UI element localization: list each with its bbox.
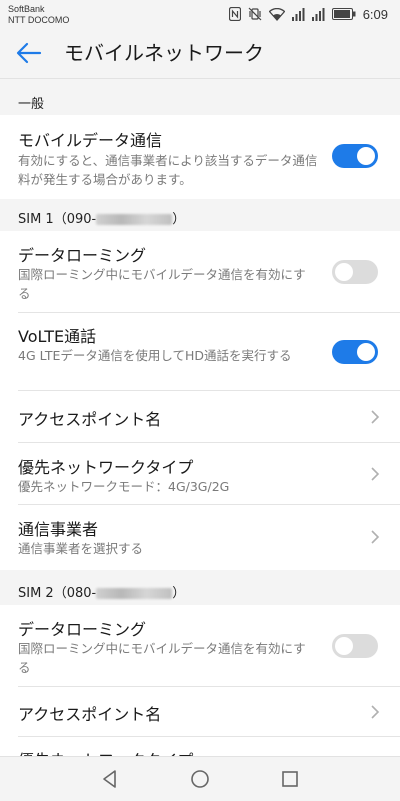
nfc-icon — [228, 7, 241, 21]
sim1-data-roaming-subtitle: 国際ローミング中にモバイルデータ通信を有効にする — [18, 267, 306, 301]
wifi-icon — [268, 7, 285, 21]
sim1-volte-row[interactable]: VoLTE通話 4G LTEデータ通信を使用してHD通話を実行する — [0, 313, 400, 391]
toggle-knob — [357, 147, 375, 165]
sim1-data-roaming-title: データローミング — [18, 246, 147, 265]
sim1-data-roaming-row[interactable]: データローミング 国際ローミング中にモバイルデータ通信を有効にする — [0, 231, 400, 313]
sim1-number-blurred — [96, 214, 173, 225]
nav-home-icon[interactable] — [188, 767, 212, 791]
sim2-data-roaming-subtitle: 国際ローミング中にモバイルデータ通信を有効にする — [18, 641, 306, 675]
section-header-sim1: SIM 1（090- ） — [18, 208, 185, 227]
sim1-carrier-title: 通信事業者 — [18, 520, 99, 539]
toggle-knob — [357, 343, 375, 361]
section-header-general: 一般 — [18, 97, 45, 112]
header-divider — [0, 78, 400, 79]
sim2-network-type-title: 優先ネットワークタイプ — [18, 747, 193, 756]
sim1-carrier-row[interactable]: 通信事業者 通信事業者を選択する — [0, 505, 400, 570]
app-bar: モバイルネットワーク — [0, 30, 400, 76]
sim1-apn-row[interactable]: アクセスポイント名 — [0, 391, 400, 443]
vibrate-icon — [248, 7, 262, 21]
nav-recents-icon[interactable] — [278, 767, 302, 791]
carrier-1: SoftBank — [8, 4, 45, 14]
sim2-apn-row[interactable]: アクセスポイント名 — [0, 687, 400, 737]
nav-back-icon[interactable] — [98, 767, 122, 791]
mobile-data-row[interactable]: モバイルデータ通信 有効にすると、通信事業者により該当するデータ通信料が発生する… — [0, 115, 400, 199]
page-title: モバイルネットワーク — [64, 41, 264, 65]
signal-sim2-icon — [311, 7, 325, 21]
sim1-carrier-subtitle: 通信事業者を選択する — [18, 541, 144, 556]
sim2-network-type-row[interactable]: 優先ネットワークタイプ — [0, 737, 400, 756]
mobile-data-title: モバイルデータ通信 — [18, 131, 163, 150]
sim1-network-type-subtitle: 優先ネットワークモード：4G/3G/2G — [18, 479, 230, 494]
sim2-data-roaming-toggle[interactable] — [332, 634, 378, 658]
status-icons: 6:09 — [228, 6, 388, 22]
chevron-right-icon — [371, 705, 380, 719]
sim1-data-roaming-toggle[interactable] — [332, 260, 378, 284]
sim1-volte-title: VoLTE通話 — [18, 327, 97, 346]
sim2-apn-title: アクセスポイント名 — [18, 705, 162, 724]
battery-icon — [331, 8, 356, 20]
sim2-data-roaming-row[interactable]: データローミング 国際ローミング中にモバイルデータ通信を有効にする — [0, 605, 400, 687]
system-nav-bar — [0, 756, 400, 801]
sim1-volte-toggle[interactable] — [332, 340, 378, 364]
chevron-right-icon — [371, 410, 380, 424]
status-bar: SoftBank NTT DOCOMO 6:09 — [0, 0, 400, 30]
sim1-label-prefix: SIM 1（090- — [18, 212, 97, 227]
carrier-2: NTT DOCOMO — [8, 15, 70, 25]
sim2-label-prefix: SIM 2（080- — [18, 586, 97, 601]
sim1-network-type-row[interactable]: 優先ネットワークタイプ 優先ネットワークモード：4G/3G/2G — [0, 443, 400, 505]
sim2-data-roaming-title: データローミング — [18, 620, 147, 639]
back-arrow-icon[interactable] — [16, 42, 42, 64]
toggle-knob — [335, 637, 353, 655]
sim1-label-suffix: ） — [172, 212, 186, 227]
carrier-names: SoftBank NTT DOCOMO — [8, 4, 69, 26]
mobile-data-toggle[interactable] — [332, 144, 378, 168]
chevron-right-icon — [371, 467, 380, 481]
sim1-apn-title: アクセスポイント名 — [18, 410, 162, 429]
signal-sim1-icon — [291, 7, 305, 21]
sim2-label-suffix: ） — [172, 586, 186, 601]
sim1-volte-subtitle: 4G LTEデータ通信を使用してHD通話を実行する — [18, 348, 292, 363]
toggle-knob — [335, 263, 353, 281]
clock: 6:09 — [362, 6, 388, 22]
section-header-sim2: SIM 2（080- ） — [18, 582, 185, 601]
chevron-right-icon — [371, 530, 380, 544]
sim2-number-blurred — [96, 588, 173, 599]
mobile-data-subtitle: 有効にすると、通信事業者により該当するデータ通信料が発生する場合があります。 — [18, 153, 318, 187]
sim1-network-type-title: 優先ネットワークタイプ — [18, 458, 194, 477]
